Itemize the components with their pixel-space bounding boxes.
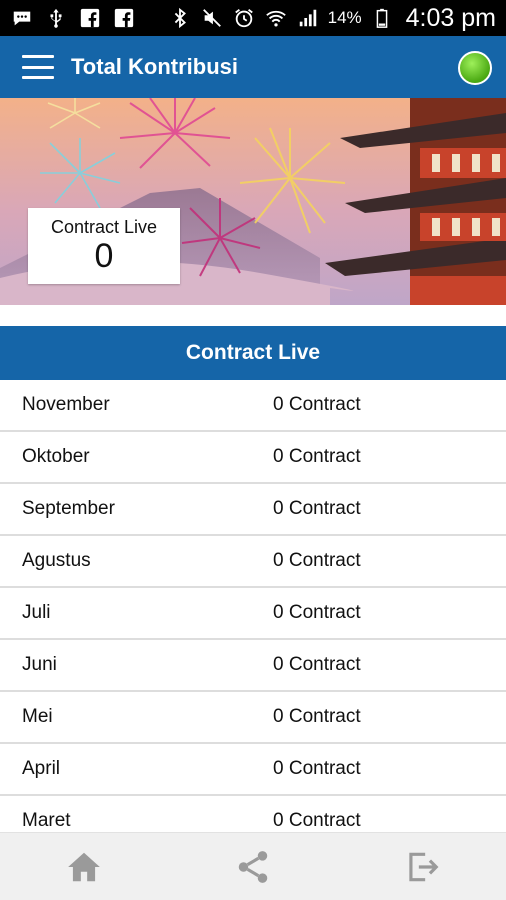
section-header: Contract Live (0, 326, 506, 380)
list-item[interactable]: Oktober 0 Contract (0, 432, 506, 484)
list-item[interactable]: April 0 Contract (0, 744, 506, 796)
month-label: April (22, 758, 61, 779)
page-title: Total Kontribusi (71, 54, 239, 79)
logout-icon[interactable] (392, 837, 452, 897)
list-item[interactable]: Mei 0 Contract (0, 692, 506, 744)
chat-icon (10, 6, 34, 30)
month-label: Mei (22, 706, 53, 727)
contract-count: 0 Contract (273, 810, 361, 831)
clock: 4:03 pm (405, 3, 496, 32)
menu-icon[interactable] (22, 55, 54, 79)
alarm-icon (232, 6, 256, 30)
status-indicator[interactable] (458, 51, 492, 85)
list-item[interactable]: Juli 0 Contract (0, 588, 506, 640)
list-item[interactable]: Maret 0 Contract (0, 796, 506, 832)
contract-count: 0 Contract (273, 602, 361, 623)
bottom-nav (0, 832, 506, 900)
month-label: September (22, 498, 115, 519)
usb-icon (44, 6, 68, 30)
contract-count: 0 Contract (273, 758, 361, 779)
month-label: Maret (22, 810, 71, 831)
contract-live-card: Contract Live 0 (28, 208, 180, 284)
contract-list[interactable]: November 0 Contract Oktober 0 Contract Septe… (0, 380, 506, 832)
contract-count: 0 Contract (273, 706, 361, 727)
facebook-icon (112, 6, 136, 30)
list-item[interactable]: September 0 Contract (0, 484, 506, 536)
bluetooth-icon (168, 6, 192, 30)
month-label: Oktober (22, 446, 90, 467)
card-value: 0 (94, 237, 114, 275)
home-icon[interactable] (54, 837, 114, 897)
list-item[interactable]: Agustus 0 Contract (0, 536, 506, 588)
contract-count: 0 Contract (273, 498, 361, 519)
app-screen: 14% 4:03 pm Total Kontribusi Contract Li… (0, 0, 506, 900)
signal-icon (296, 6, 320, 30)
app-bar: Total Kontribusi (0, 36, 506, 98)
list-item[interactable]: November 0 Contract (0, 380, 506, 432)
list-item[interactable]: Juni 0 Contract (0, 640, 506, 692)
month-label: Juni (22, 654, 57, 675)
battery-icon (370, 6, 394, 30)
banner-image: Contract Live 0 (0, 98, 506, 305)
month-label: Agustus (22, 550, 91, 571)
month-label: Juli (22, 602, 51, 623)
contract-count: 0 Contract (273, 446, 361, 467)
contract-count: 0 Contract (273, 394, 361, 415)
contract-count: 0 Contract (273, 654, 361, 675)
status-bar: 14% 4:03 pm (0, 0, 506, 36)
month-label: November (22, 394, 110, 415)
mute-icon (200, 6, 224, 30)
wifi-icon (264, 6, 288, 30)
facebook-icon (78, 6, 102, 30)
contract-count: 0 Contract (273, 550, 361, 571)
battery-percent: 14% (327, 8, 362, 27)
share-icon[interactable] (223, 837, 283, 897)
card-label: Contract Live (50, 217, 158, 237)
